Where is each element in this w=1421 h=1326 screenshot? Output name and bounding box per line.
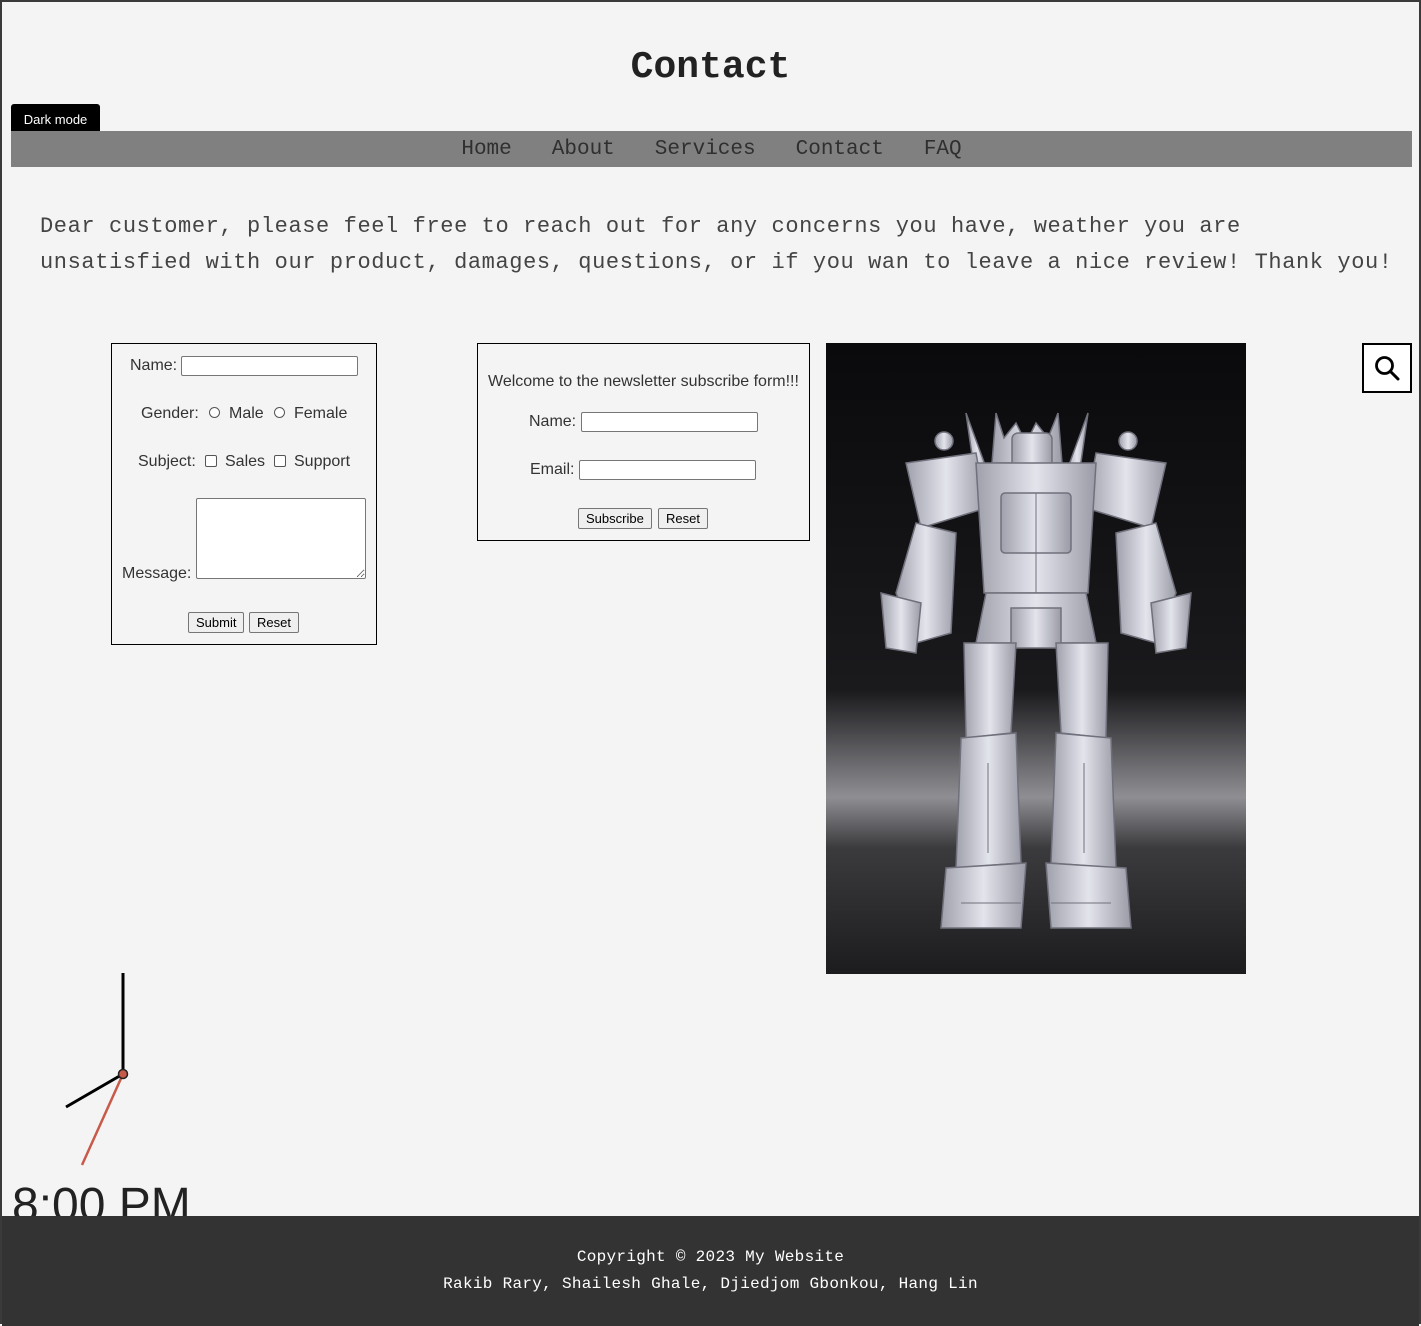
robot-figure-image	[826, 343, 1246, 974]
subject-sales-label: Sales	[225, 453, 266, 470]
name-label: Name:	[130, 357, 178, 374]
gender-female-label: Female	[294, 405, 348, 422]
submit-button[interactable]: Submit	[188, 612, 245, 633]
nav-faq[interactable]: FAQ	[924, 138, 962, 161]
gender-male-radio[interactable]	[209, 407, 220, 418]
second-hand	[80, 1073, 125, 1166]
page-title: Contact	[630, 46, 791, 89]
gender-label: Gender:	[141, 405, 199, 422]
footer-authors: Rakib Rary, Shailesh Ghale, Djiedjom Gbo…	[443, 1275, 978, 1293]
analog-clock	[65, 973, 129, 1166]
nav-services[interactable]: Services	[655, 138, 756, 161]
main-nav: Home About Services Contact FAQ	[11, 131, 1412, 167]
newsletter-form: Welcome to the newsletter subscribe form…	[477, 343, 810, 541]
message-label: Message:	[122, 565, 192, 582]
newsletter-email-field[interactable]	[579, 460, 756, 480]
dark-mode-button[interactable]: Dark mode	[11, 104, 100, 134]
gender-male-label: Male	[229, 405, 264, 422]
newsletter-name-field[interactable]	[581, 412, 758, 432]
subject-support-label: Support	[294, 453, 351, 470]
gender-female-radio[interactable]	[274, 407, 285, 418]
name-field[interactable]	[181, 356, 358, 376]
newsletter-name-label: Name:	[529, 413, 577, 430]
contact-form: Name: Gender: Male Female Subject: Sales…	[111, 343, 377, 645]
newsletter-reset-button[interactable]: Reset	[658, 508, 708, 529]
search-button[interactable]	[1362, 343, 1412, 393]
subscribe-button[interactable]: Subscribe	[578, 508, 652, 529]
subject-sales-checkbox[interactable]	[205, 455, 217, 467]
newsletter-email-label: Email:	[530, 461, 575, 478]
nav-contact[interactable]: Contact	[796, 138, 884, 161]
search-icon	[1375, 356, 1400, 381]
nav-about[interactable]: About	[552, 138, 615, 161]
subject-support-checkbox[interactable]	[274, 455, 286, 467]
newsletter-heading: Welcome to the newsletter subscribe form…	[488, 373, 799, 390]
nav-home[interactable]: Home	[461, 138, 511, 161]
message-field[interactable]	[196, 498, 366, 579]
contact-reset-button[interactable]: Reset	[249, 612, 299, 633]
intro-text: Dear customer, please feel free to reach…	[40, 214, 1393, 275]
footer: Copyright © 2023 My Website Rakib Rary, …	[2, 1216, 1419, 1326]
subject-label: Subject:	[138, 453, 196, 470]
clock-center	[117, 1068, 129, 1080]
footer-copyright: Copyright © 2023 My Website	[576, 1248, 845, 1266]
